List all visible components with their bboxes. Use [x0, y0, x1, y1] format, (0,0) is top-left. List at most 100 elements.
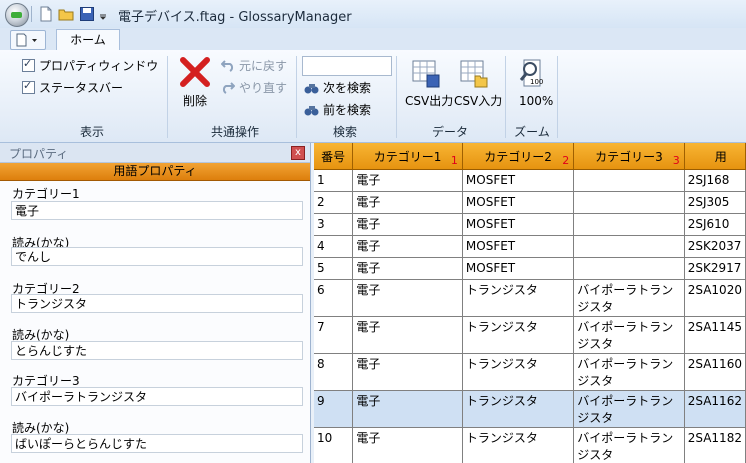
status-bar-checkbox[interactable] [22, 79, 35, 94]
app-menu-button[interactable] [5, 3, 29, 27]
reading1-field[interactable]: でんし [11, 247, 303, 266]
reading3-field[interactable]: ばいぽーらとらんじすた [11, 434, 303, 453]
table-cell-c2[interactable]: MOSFET [462, 235, 575, 258]
search-input[interactable] [302, 56, 392, 76]
table-cell-no[interactable]: 7 [314, 316, 354, 354]
table-cell-c2[interactable]: トランジスタ [462, 316, 575, 354]
zoom-icon[interactable]: 100 [518, 58, 546, 90]
column-header-number[interactable]: 番号 [314, 143, 354, 170]
table-cell-c3[interactable]: バイポーラトランジスタ [573, 316, 685, 354]
table-cell-term[interactable]: 2SA1145 [684, 316, 746, 354]
table-cell-c3[interactable] [573, 235, 685, 258]
csv-import-icon[interactable] [459, 59, 489, 89]
csv-export-icon[interactable] [411, 59, 441, 89]
status-bar-label[interactable]: ステータスバー [39, 79, 123, 96]
table-cell-no[interactable]: 3 [314, 213, 354, 236]
ribbon: プロパティウィンドウ ステータスバー 表示 削除 元に戻す やり直す 共通操作 … [0, 50, 746, 143]
column-header-category2[interactable]: カテゴリー2 2 [462, 143, 575, 170]
table-row[interactable]: 5 電子 MOSFET 2SK2917 [314, 257, 746, 280]
table-row[interactable]: 8 電子 トランジスタ バイポーラトランジスタ 2SA1160 [314, 353, 746, 391]
table-cell-c2[interactable]: トランジスタ [462, 427, 575, 463]
undo-icon[interactable] [221, 58, 235, 72]
property-window-checkbox[interactable] [22, 57, 35, 72]
table-cell-c1[interactable]: 電子 [352, 169, 463, 192]
table-cell-term[interactable]: 2SA1020 [684, 279, 746, 317]
table-cell-term[interactable]: 2SA1160 [684, 353, 746, 391]
table-cell-no[interactable]: 10 [314, 427, 354, 463]
table-cell-c3[interactable] [573, 257, 685, 280]
table-row[interactable]: 3 電子 MOSFET 2SJ610 [314, 213, 746, 236]
table-cell-c1[interactable]: 電子 [352, 316, 463, 354]
zoom-level[interactable]: 100% [519, 94, 553, 108]
table-cell-term[interactable]: 2SJ168 [684, 169, 746, 192]
find-next-button[interactable]: 次を検索 [323, 79, 371, 96]
table-cell-no[interactable]: 1 [314, 169, 354, 192]
table-cell-c3[interactable]: バイポーラトランジスタ [573, 390, 685, 428]
table-cell-c2[interactable]: MOSFET [462, 213, 575, 236]
delete-button[interactable]: 削除 [183, 92, 207, 109]
csv-import-button[interactable]: CSV入力 [454, 92, 502, 109]
table-cell-term[interactable]: 2SA1182 [684, 427, 746, 463]
file-menu-button[interactable] [10, 30, 46, 50]
table-cell-no[interactable]: 2 [314, 191, 354, 214]
table-cell-c3[interactable] [573, 169, 685, 192]
table-cell-c1[interactable]: 電子 [352, 213, 463, 236]
table-cell-c1[interactable]: 電子 [352, 390, 463, 428]
table-row[interactable]: 6 電子 トランジスタ バイポーラトランジスタ 2SA1020 [314, 279, 746, 317]
table-cell-no[interactable]: 5 [314, 257, 354, 280]
table-cell-term[interactable]: 2SK2917 [684, 257, 746, 280]
undo-button[interactable]: 元に戻す [239, 57, 287, 74]
close-icon[interactable]: x [291, 146, 305, 160]
table-cell-c1[interactable]: 電子 [352, 257, 463, 280]
table-cell-c2[interactable]: トランジスタ [462, 390, 575, 428]
open-folder-icon[interactable] [58, 6, 74, 22]
table-cell-c2[interactable]: MOSFET [462, 257, 575, 280]
table-row[interactable]: 2 電子 MOSFET 2SJ305 [314, 191, 746, 214]
table-cell-no[interactable]: 8 [314, 353, 354, 391]
table-cell-no[interactable]: 6 [314, 279, 354, 317]
table-cell-c1[interactable]: 電子 [352, 427, 463, 463]
redo-button[interactable]: やり直す [239, 79, 287, 96]
table-cell-no[interactable]: 9 [314, 390, 354, 428]
redo-icon[interactable] [221, 80, 235, 94]
new-file-icon[interactable] [38, 6, 54, 22]
table-cell-term[interactable]: 2SJ305 [684, 191, 746, 214]
table-cell-c1[interactable]: 電子 [352, 235, 463, 258]
table-cell-term[interactable]: 2SJ610 [684, 213, 746, 236]
table-cell-term[interactable]: 2SK2037 [684, 235, 746, 258]
table-cell-c1[interactable]: 電子 [352, 279, 463, 317]
reading2-field[interactable]: とらんじすた [11, 341, 303, 360]
table-row[interactable]: 10 電子 トランジスタ バイポーラトランジスタ 2SA1182 [314, 427, 746, 463]
category1-field[interactable]: 電子 [11, 201, 303, 220]
table-cell-c3[interactable] [573, 213, 685, 236]
category3-field[interactable]: バイポーラトランジスタ [11, 387, 303, 406]
table-cell-c3[interactable]: バイポーラトランジスタ [573, 279, 685, 317]
table-row[interactable]: 9 電子 トランジスタ バイポーラトランジスタ 2SA1162 [314, 390, 746, 428]
column-header-term[interactable]: 用 [684, 143, 746, 170]
table-cell-c3[interactable] [573, 191, 685, 214]
qat-dropdown-icon[interactable] [98, 6, 108, 22]
table-cell-c2[interactable]: MOSFET [462, 191, 575, 214]
table-cell-c1[interactable]: 電子 [352, 191, 463, 214]
table-cell-c3[interactable]: バイポーラトランジスタ [573, 353, 685, 391]
table-cell-c2[interactable]: トランジスタ [462, 279, 575, 317]
table-cell-c1[interactable]: 電子 [352, 353, 463, 391]
table-row[interactable]: 4 電子 MOSFET 2SK2037 [314, 235, 746, 258]
save-icon[interactable] [79, 6, 95, 22]
delete-icon[interactable] [178, 56, 212, 88]
table-cell-term[interactable]: 2SA1162 [684, 390, 746, 428]
table-cell-c2[interactable]: トランジスタ [462, 353, 575, 391]
table-row[interactable]: 1 電子 MOSFET 2SJ168 [314, 169, 746, 192]
csv-export-button[interactable]: CSV出力 [405, 92, 453, 109]
table-cell-no[interactable]: 4 [314, 235, 354, 258]
column-header-category1[interactable]: カテゴリー1 1 [352, 143, 463, 170]
table-row[interactable]: 7 電子 トランジスタ バイポーラトランジスタ 2SA1145 [314, 316, 746, 354]
category2-field[interactable]: トランジスタ [11, 294, 303, 313]
property-window-label[interactable]: プロパティウィンドウ [39, 57, 158, 74]
table-cell-c2[interactable]: MOSFET [462, 169, 575, 192]
column-header-category3[interactable]: カテゴリー3 3 [573, 143, 685, 170]
table-cell-c3[interactable]: バイポーラトランジスタ [573, 427, 685, 463]
group-label-display: 表示 [79, 125, 104, 139]
find-previous-button[interactable]: 前を検索 [323, 101, 371, 118]
tab-home[interactable]: ホーム [56, 29, 120, 51]
